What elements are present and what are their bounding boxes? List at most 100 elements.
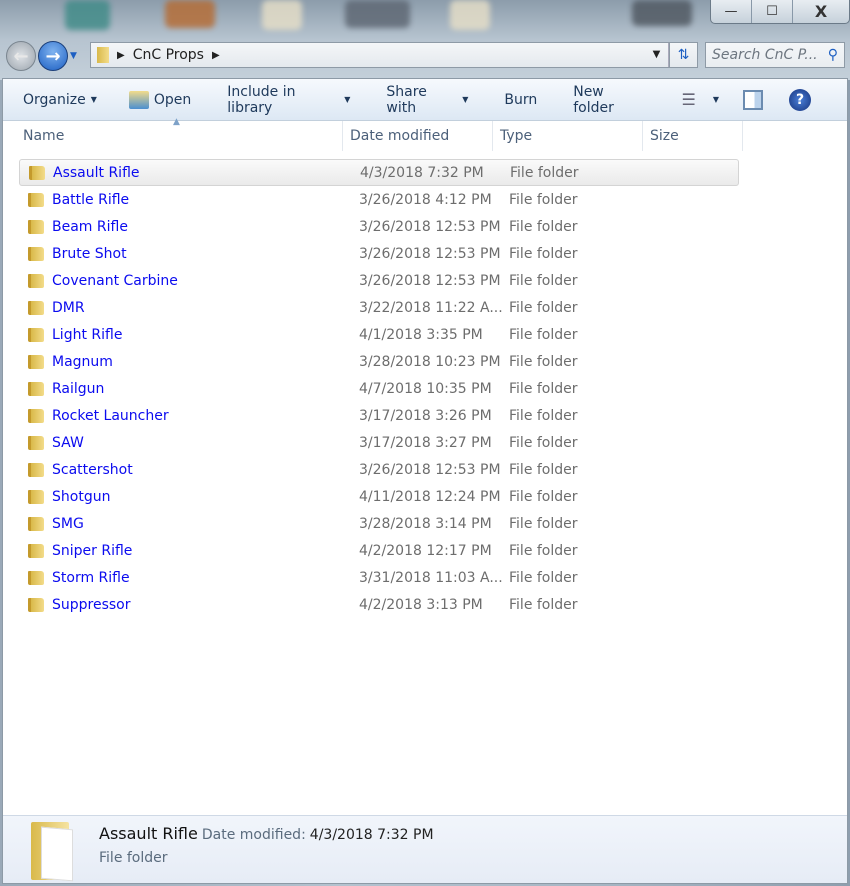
refresh-button[interactable]: ⇅ [670, 42, 698, 68]
file-type: File folder [509, 434, 578, 451]
command-bar: Organize ▼ Open Include in library ▼ Share… [3, 79, 847, 121]
column-header-size[interactable]: Size [643, 121, 743, 151]
folder-icon [97, 47, 109, 63]
file-name: Rocket Launcher [52, 407, 169, 424]
chevron-down-icon: ▼ [462, 95, 469, 104]
burn-button[interactable]: Burn [504, 92, 537, 108]
file-row[interactable]: Sniper Rifle 4/2/2018 12:17 PM File fold… [19, 537, 739, 564]
file-row[interactable]: Scattershot 3/26/2018 12:53 PM File fold… [19, 456, 739, 483]
file-row[interactable]: Light Rifle 4/1/2018 3:35 PM File folder [19, 321, 739, 348]
file-type: File folder [509, 569, 578, 586]
details-date: 4/3/2018 7:32 PM [309, 827, 434, 843]
chevron-down-icon: ▼ [344, 95, 351, 104]
file-row[interactable]: Magnum 3/28/2018 10:23 PM File folder [19, 348, 739, 375]
file-date: 4/2/2018 3:13 PM [359, 596, 483, 613]
file-date: 3/28/2018 10:23 PM [359, 353, 501, 370]
folder-icon [28, 300, 44, 315]
explorer-window: Organize ▼ Open Include in library ▼ Share… [2, 78, 848, 884]
sort-ascending-icon: ▲ [173, 117, 180, 127]
column-headers: ▲ Name Date modified Type Size [3, 117, 847, 151]
file-date: 4/1/2018 3:35 PM [359, 326, 483, 343]
file-row[interactable]: Beam Rifle 3/26/2018 12:53 PM File folde… [19, 213, 739, 240]
file-type: File folder [509, 488, 578, 505]
file-type: File folder [509, 218, 578, 235]
folder-icon [28, 219, 44, 234]
preview-pane-icon [743, 89, 763, 110]
details-view-icon: ☰ [681, 90, 696, 109]
organize-button[interactable]: Organize ▼ [23, 92, 97, 108]
file-row[interactable]: DMR 3/22/2018 11:22 A... File folder [19, 294, 739, 321]
details-pane: Assault Rifle Date modified: 4/3/2018 7:32… [3, 815, 847, 883]
file-name: DMR [52, 299, 85, 316]
help-icon: ? [789, 88, 811, 111]
search-input[interactable]: Search CnC P... ⚲ [705, 42, 845, 68]
file-type: File folder [509, 353, 578, 370]
close-button[interactable]: X [793, 0, 849, 23]
recent-pages-dropdown[interactable]: ▼ [70, 51, 77, 61]
details-type: File folder [99, 850, 168, 866]
file-type: File folder [509, 542, 578, 559]
folder-icon [29, 165, 45, 180]
file-type: File folder [509, 461, 578, 478]
file-date: 4/7/2018 10:35 PM [359, 380, 492, 397]
file-name: Covenant Carbine [52, 272, 178, 289]
file-name: SAW [52, 434, 84, 451]
folder-icon [28, 327, 44, 342]
file-name: Light Rifle [52, 326, 123, 343]
preview-pane-button[interactable] [743, 89, 763, 110]
include-in-library-button[interactable]: Include in library ▼ [227, 84, 350, 116]
file-row[interactable]: Rocket Launcher 3/17/2018 3:26 PM File f… [19, 402, 739, 429]
file-date: 3/17/2018 3:27 PM [359, 434, 492, 451]
share-with-button[interactable]: Share with ▼ [386, 84, 468, 116]
file-date: 4/2/2018 12:17 PM [359, 542, 492, 559]
open-button[interactable]: Open [128, 90, 191, 109]
file-type: File folder [509, 407, 578, 424]
file-name: Sniper Rifle [52, 542, 133, 559]
address-history-dropdown[interactable]: ▼ [645, 43, 669, 67]
file-row[interactable]: Assault Rifle 4/3/2018 7:32 PM File fold… [19, 159, 739, 186]
file-type: File folder [510, 164, 579, 181]
file-row[interactable]: SAW 3/17/2018 3:27 PM File folder [19, 429, 739, 456]
breadcrumb-arrow-icon[interactable]: ▶ [212, 50, 220, 61]
file-type: File folder [509, 380, 578, 397]
file-type: File folder [509, 245, 578, 262]
address-bar[interactable]: ▶ CnC Props ▶ ▼ [90, 42, 670, 68]
folder-icon [28, 597, 44, 612]
search-icon: ⚲ [827, 47, 838, 63]
file-date: 3/26/2018 4:12 PM [359, 191, 492, 208]
file-name: SMG [52, 515, 84, 532]
column-header-date[interactable]: Date modified [343, 121, 493, 151]
file-row[interactable]: Storm Rifle 3/31/2018 11:03 A... File fo… [19, 564, 739, 591]
file-name: Scattershot [52, 461, 133, 478]
change-view-button[interactable]: ☰ ▼ [682, 90, 720, 109]
file-name: Battle Rifle [52, 191, 130, 208]
file-row[interactable]: SMG 3/28/2018 3:14 PM File folder [19, 510, 739, 537]
folder-icon [28, 462, 44, 477]
forward-button[interactable]: → [38, 41, 68, 71]
minimize-button[interactable]: — [711, 0, 752, 23]
folder-icon [28, 570, 44, 585]
file-row[interactable]: Battle Rifle 3/26/2018 4:12 PM File fold… [19, 186, 739, 213]
folder-icon [28, 408, 44, 423]
burn-label: Burn [504, 91, 538, 108]
details-name: Assault Rifle [99, 824, 198, 843]
file-row[interactable]: Brute Shot 3/26/2018 12:53 PM File folde… [19, 240, 739, 267]
new-folder-label: New folder [573, 83, 614, 116]
back-button[interactable]: ← [6, 41, 36, 71]
breadcrumb-arrow-icon[interactable]: ▶ [117, 50, 125, 61]
help-button[interactable]: ? [789, 88, 811, 111]
file-type: File folder [509, 326, 578, 343]
include-label: Include in library [227, 83, 296, 116]
file-row[interactable]: Railgun 4/7/2018 10:35 PM File folder [19, 375, 739, 402]
maximize-button[interactable]: ☐ [752, 0, 793, 23]
file-row[interactable]: Covenant Carbine 3/26/2018 12:53 PM File… [19, 267, 739, 294]
file-row[interactable]: Suppressor 4/2/2018 3:13 PM File folder [19, 591, 739, 618]
file-row[interactable]: Shotgun 4/11/2018 12:24 PM File folder [19, 483, 739, 510]
large-folder-icon [31, 822, 69, 880]
file-name: Brute Shot [52, 245, 127, 262]
column-header-type[interactable]: Type [493, 121, 643, 151]
new-folder-button[interactable]: New folder [573, 84, 645, 116]
folder-icon [28, 246, 44, 261]
breadcrumb-cnc-props[interactable]: CnC Props [133, 47, 204, 63]
file-date: 3/26/2018 12:53 PM [359, 461, 501, 478]
